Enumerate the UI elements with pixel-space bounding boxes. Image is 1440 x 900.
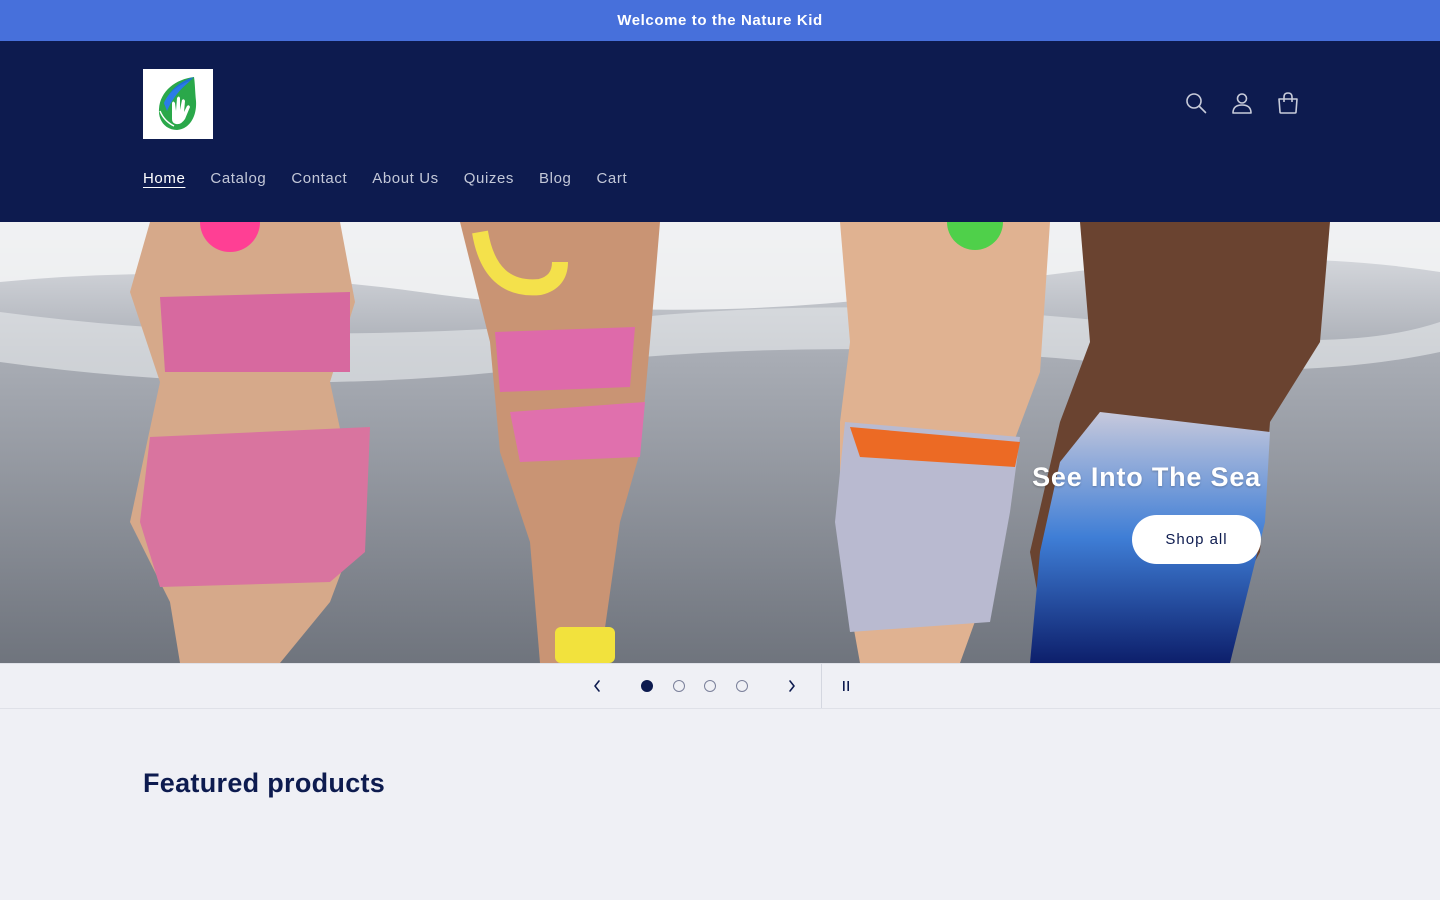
site-header: Home Catalog Contact About Us Quizes Blo… (0, 41, 1440, 222)
nav-cart[interactable]: Cart (596, 167, 627, 191)
nav-catalog[interactable]: Catalog (210, 167, 266, 191)
search-icon (1186, 93, 1207, 114)
nav-about-us[interactable]: About Us (372, 167, 439, 191)
slide-dot-4[interactable] (736, 680, 748, 692)
nav-home[interactable]: Home (143, 167, 185, 191)
main-nav: Home Catalog Contact About Us Quizes Blo… (143, 167, 627, 191)
slide-dot-3[interactable] (704, 680, 716, 692)
controls-divider (821, 664, 822, 708)
account-icon (1232, 93, 1252, 114)
hero-image (0, 222, 1440, 663)
logo[interactable] (143, 69, 213, 139)
leaf-hand-icon (158, 77, 197, 130)
nav-contact[interactable]: Contact (291, 167, 347, 191)
hero-content: See Into The Sea Shop all (1032, 462, 1261, 564)
slide-dot-2[interactable] (673, 680, 685, 692)
pause-icon (843, 681, 849, 691)
cart-icon (1278, 92, 1298, 114)
nav-blog[interactable]: Blog (539, 167, 571, 191)
shop-all-button[interactable]: Shop all (1132, 515, 1261, 564)
chevron-left-icon (594, 680, 600, 692)
slider-controls (0, 663, 1440, 709)
hero-title: See Into The Sea (1032, 462, 1261, 492)
previous-slide-button[interactable] (579, 664, 615, 708)
announcement-text: Welcome to the Nature Kid (617, 12, 823, 29)
cart-button[interactable] (1274, 85, 1302, 121)
search-button[interactable] (1182, 85, 1210, 121)
chevron-right-icon (789, 680, 795, 692)
slide-dot-1[interactable] (641, 680, 653, 692)
hero-slideshow: See Into The Sea Shop all (0, 222, 1440, 663)
nav-quizes[interactable]: Quizes (464, 167, 514, 191)
header-icons (1182, 85, 1302, 121)
next-slide-button[interactable] (774, 664, 810, 708)
announcement-bar: Welcome to the Nature Kid (0, 0, 1440, 41)
account-button[interactable] (1228, 85, 1256, 121)
pause-slideshow-button[interactable] (828, 664, 864, 708)
featured-products-heading: Featured products (143, 768, 386, 798)
